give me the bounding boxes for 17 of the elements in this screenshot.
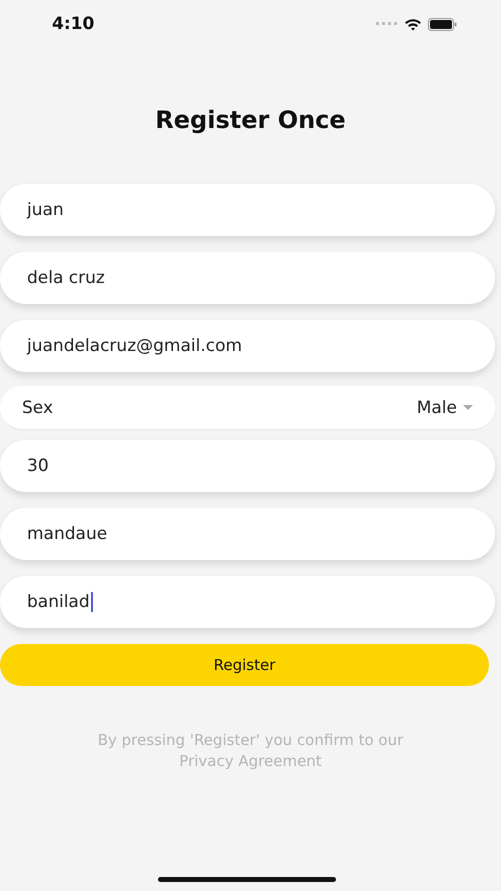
page-title: Register Once bbox=[155, 106, 346, 134]
input-field[interactable]: juan bbox=[0, 184, 495, 236]
dropdown-label: Sex bbox=[22, 398, 54, 418]
dropdown-value: Male bbox=[416, 398, 457, 418]
input-field[interactable]: juandelacruz@gmail.com bbox=[0, 320, 495, 372]
caret-icon bbox=[463, 404, 473, 410]
input-field[interactable]: banilad bbox=[0, 576, 495, 628]
input-field[interactable]: 30 bbox=[0, 440, 495, 492]
input-field[interactable]: mandaue bbox=[0, 508, 495, 560]
battery-icon bbox=[428, 18, 457, 30]
register-button[interactable]: Register bbox=[0, 644, 489, 686]
input-field[interactable]: dela cruz bbox=[0, 252, 495, 304]
privacy-note: By pressing 'Register' you confirm to our Privacy Agreement bbox=[96, 730, 404, 772]
wifi-icon bbox=[404, 18, 422, 30]
sex-dropdown[interactable]: Sex Male bbox=[0, 386, 495, 430]
signal-icon bbox=[376, 22, 398, 26]
status-time: 4:10 bbox=[52, 14, 94, 34]
